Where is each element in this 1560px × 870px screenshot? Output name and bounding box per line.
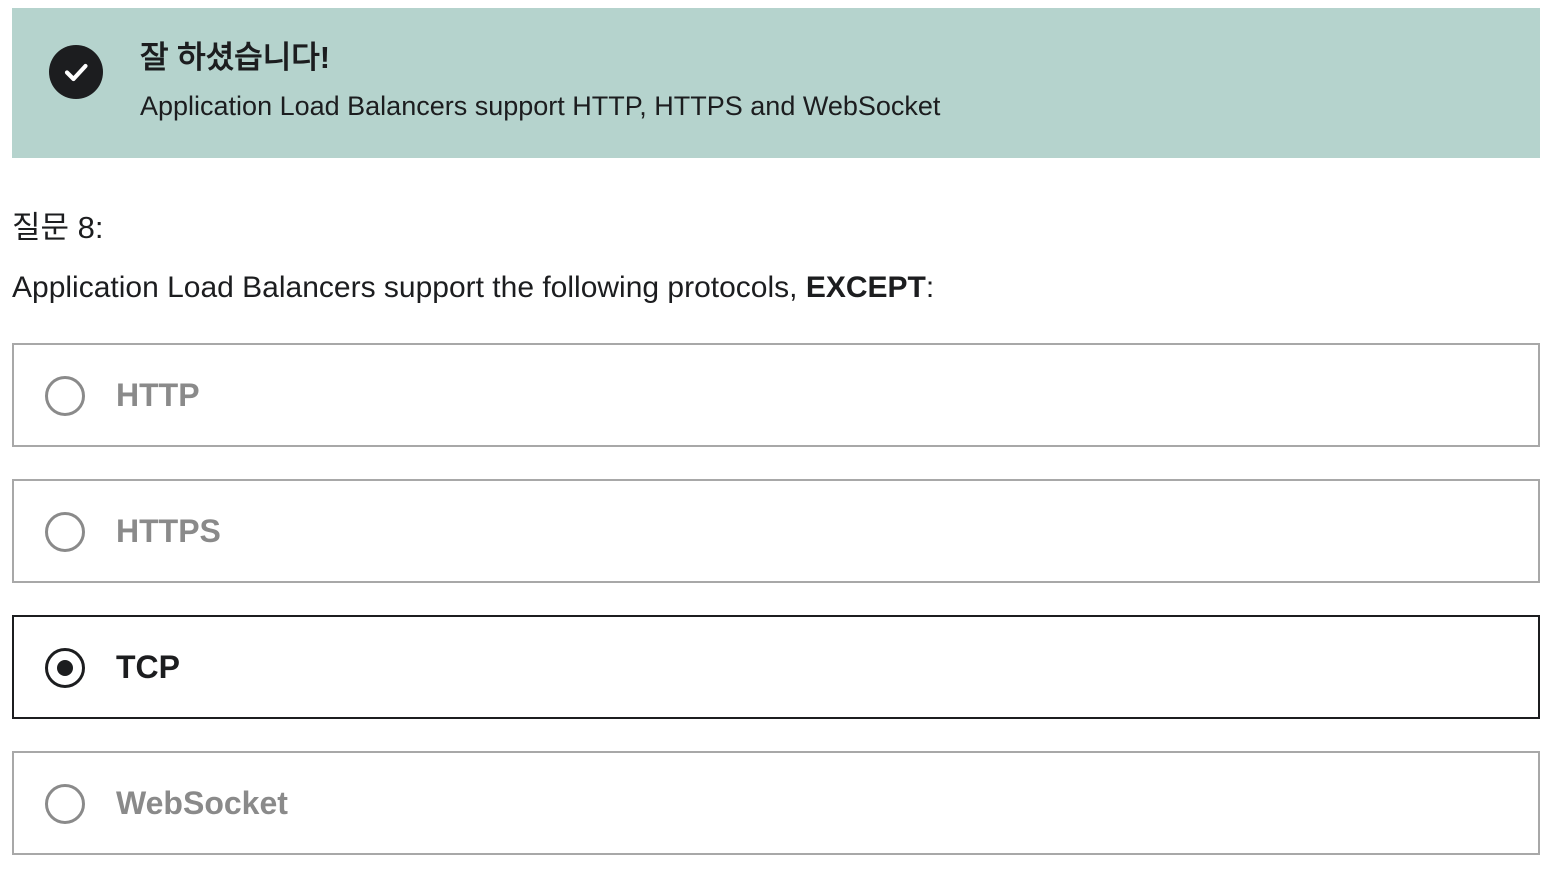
answer-option-label: TCP — [116, 649, 180, 685]
answer-option-https[interactable]: HTTPS — [12, 479, 1540, 583]
radio-button[interactable] — [45, 648, 85, 688]
question-text-suffix: : — [925, 271, 935, 304]
answer-option-tcp[interactable]: TCP — [12, 615, 1540, 719]
answer-option-label: HTTPS — [116, 513, 221, 549]
radio-button[interactable] — [45, 784, 85, 824]
question-text: Application Load Balancers support the f… — [12, 268, 934, 308]
answer-option-label: WebSocket — [116, 785, 288, 821]
radio-selected-dot — [57, 660, 73, 676]
answer-option-http[interactable]: HTTP — [12, 343, 1540, 447]
answer-option-label: HTTP — [116, 377, 200, 413]
radio-button[interactable] — [45, 512, 85, 552]
result-message: Application Load Balancers support HTTP,… — [140, 91, 941, 121]
result-banner: 잘 하셨습니다! Application Load Balancers supp… — [12, 8, 1540, 158]
question-number: 질문 8: — [12, 210, 104, 245]
checkmark-icon — [64, 63, 88, 82]
answer-option-websocket[interactable]: WebSocket — [12, 751, 1540, 855]
quiz-page: 잘 하셨습니다! Application Load Balancers supp… — [0, 0, 1560, 870]
result-title: 잘 하셨습니다! — [140, 40, 331, 75]
check-circle-icon — [49, 45, 103, 99]
radio-button[interactable] — [45, 376, 85, 416]
question-text-emphasis: EXCEPT — [805, 271, 926, 304]
question-text-prefix: Application Load Balancers support the f… — [12, 271, 806, 304]
